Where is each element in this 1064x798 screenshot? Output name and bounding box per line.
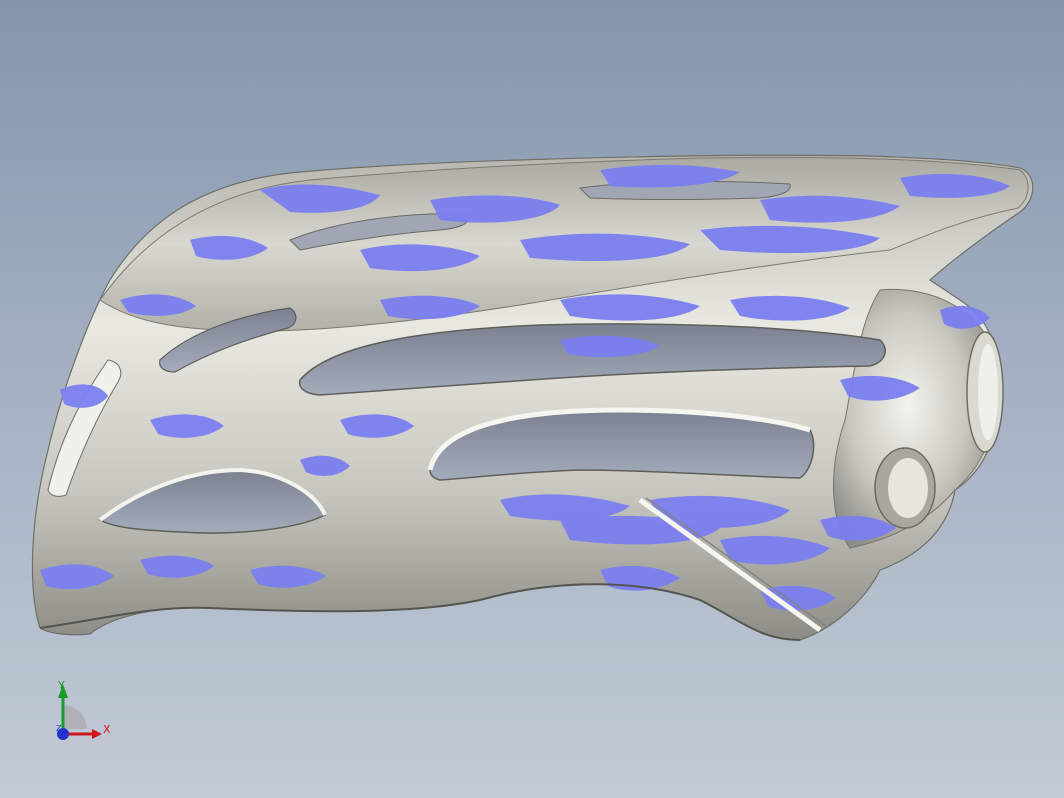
axis-triad	[57, 684, 102, 740]
axis-y-label: Y	[58, 679, 65, 692]
rear-port-upper-inner	[978, 344, 998, 440]
axis-x-label: X	[103, 723, 111, 736]
rear-port-lower-inner	[888, 458, 928, 518]
helmet-model[interactable]	[0, 0, 1064, 798]
triad-sector	[63, 705, 87, 729]
axis-z-label: Z	[56, 724, 62, 733]
graphics-viewport[interactable]: X Y Z	[0, 0, 1064, 798]
triad-x-arrow	[92, 729, 102, 739]
